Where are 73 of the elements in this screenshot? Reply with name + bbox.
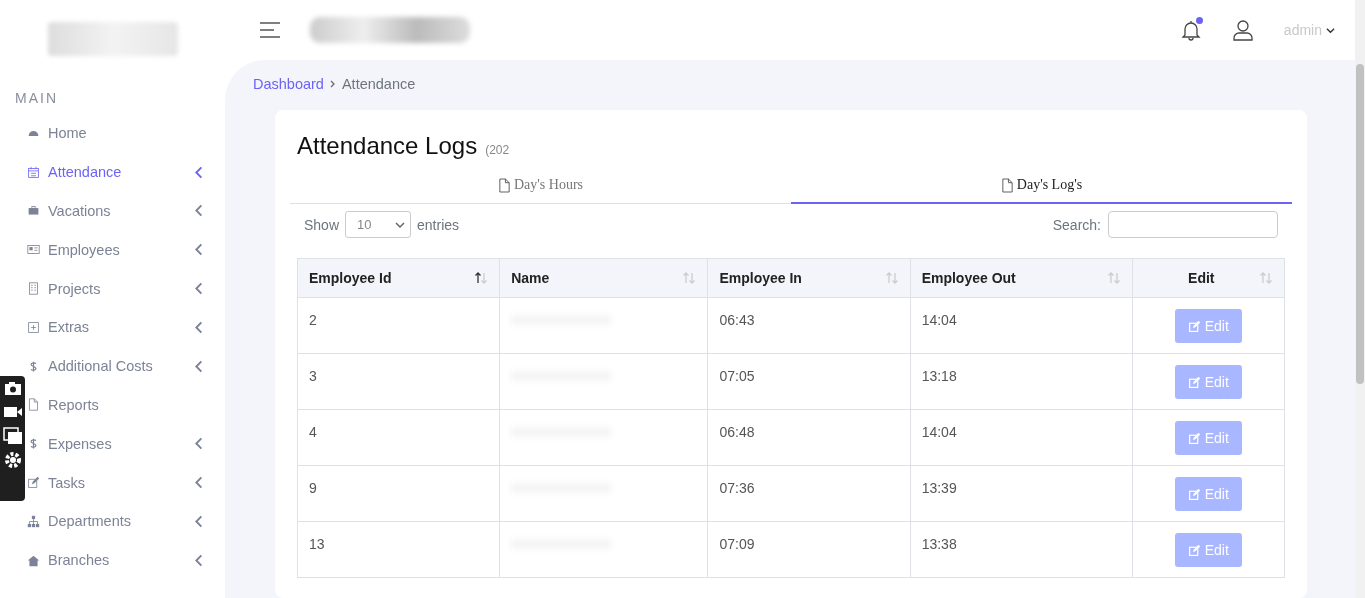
table-cell: 13:39 <box>910 465 1133 522</box>
table-cell: 3 <box>297 353 500 410</box>
table-cell: 06:43 <box>707 297 911 354</box>
sidebar-item[interactable]: Additional Costs <box>27 346 225 386</box>
sitemap-icon <box>27 514 40 528</box>
column-header[interactable]: Employee Out <box>910 258 1133 298</box>
briefcase-icon <box>27 204 40 218</box>
file-icon <box>27 398 40 412</box>
sidebar-item[interactable]: Extras <box>27 308 225 347</box>
column-header[interactable]: Name <box>499 258 708 298</box>
column-header[interactable]: Employee In <box>707 258 911 298</box>
plus-square-icon <box>27 320 40 334</box>
caret-icon <box>1326 25 1335 35</box>
home-icon <box>27 553 40 567</box>
dollar-icon <box>27 437 40 451</box>
file-icon <box>1000 177 1014 193</box>
scrollbar[interactable] <box>1355 0 1365 598</box>
bell-icon[interactable] <box>1179 19 1202 41</box>
gear-icon[interactable] <box>2 451 23 469</box>
table-cell: 07:36 <box>707 465 911 522</box>
search-label: Search: <box>1052 216 1101 233</box>
table-cell: 13:18 <box>910 353 1133 410</box>
calendar-icon <box>27 165 40 179</box>
chevron-icon <box>328 80 337 88</box>
sidebar-item[interactable]: Expenses <box>27 424 225 464</box>
building-icon <box>27 282 40 296</box>
file-icon <box>498 177 511 193</box>
windows-icon[interactable] <box>2 427 23 445</box>
table-cell: 06:48 <box>707 409 911 466</box>
column-header[interactable]: Edit <box>1132 258 1285 298</box>
user-icon[interactable] <box>1231 19 1254 41</box>
sort-arrows-icon[interactable] <box>474 271 489 285</box>
column-header[interactable]: Employee Id <box>297 258 500 298</box>
page-size-select[interactable]: 10 <box>345 211 412 238</box>
entries-label: entries <box>417 216 460 233</box>
table-cell: 14:04 <box>910 297 1133 354</box>
table-cell: 4 <box>297 409 500 466</box>
dollar-icon <box>27 359 40 373</box>
table-cell: 9 <box>297 465 500 522</box>
table-cell: 14:04 <box>910 409 1133 466</box>
edit-icon <box>1187 319 1201 333</box>
edit-icon <box>1187 543 1201 557</box>
sidebar-item[interactable]: Attendance <box>27 152 225 192</box>
show-label: Show <box>304 216 340 233</box>
date-subtitle: (202 <box>485 143 510 157</box>
menu-button[interactable] <box>260 22 280 38</box>
camera-icon[interactable] <box>2 379 23 397</box>
edit-icon <box>1187 431 1201 445</box>
sidebar-item[interactable]: Branches <box>27 540 225 580</box>
sidebar-item[interactable]: Reports <box>27 385 225 425</box>
sidebar-item[interactable]: Projects <box>27 269 225 308</box>
table-cell: 2 <box>297 297 500 354</box>
edit-icon <box>27 476 40 490</box>
edit-icon <box>1187 375 1201 389</box>
table-cell: 13:38 <box>910 521 1133 578</box>
tab[interactable]: Day's Log's <box>791 168 1292 204</box>
page-title: Attendance Logs <box>297 132 478 160</box>
sidebar-item[interactable]: Tasks <box>27 463 225 502</box>
caret-icon <box>395 219 406 230</box>
sidebar-item[interactable]: Employees <box>27 230 225 270</box>
section-heading: MAIN <box>14 89 59 108</box>
sidebar-item[interactable]: Departments <box>27 501 225 541</box>
id-card-icon <box>27 243 40 257</box>
tab[interactable]: Day's Hours <box>290 168 791 204</box>
table-cell: 07:05 <box>707 353 911 410</box>
edit-icon <box>1187 487 1201 501</box>
sidebar-item[interactable]: Home <box>27 114 225 153</box>
sidebar-item[interactable]: Vacations <box>27 191 225 231</box>
breadcrumb-link[interactable]: Dashboard <box>253 76 324 92</box>
breadcrumb-current: Attendance <box>341 76 416 92</box>
search-field[interactable] <box>1108 211 1278 238</box>
table-cell: 07:09 <box>707 521 911 578</box>
table-cell: 13 <box>297 521 500 578</box>
